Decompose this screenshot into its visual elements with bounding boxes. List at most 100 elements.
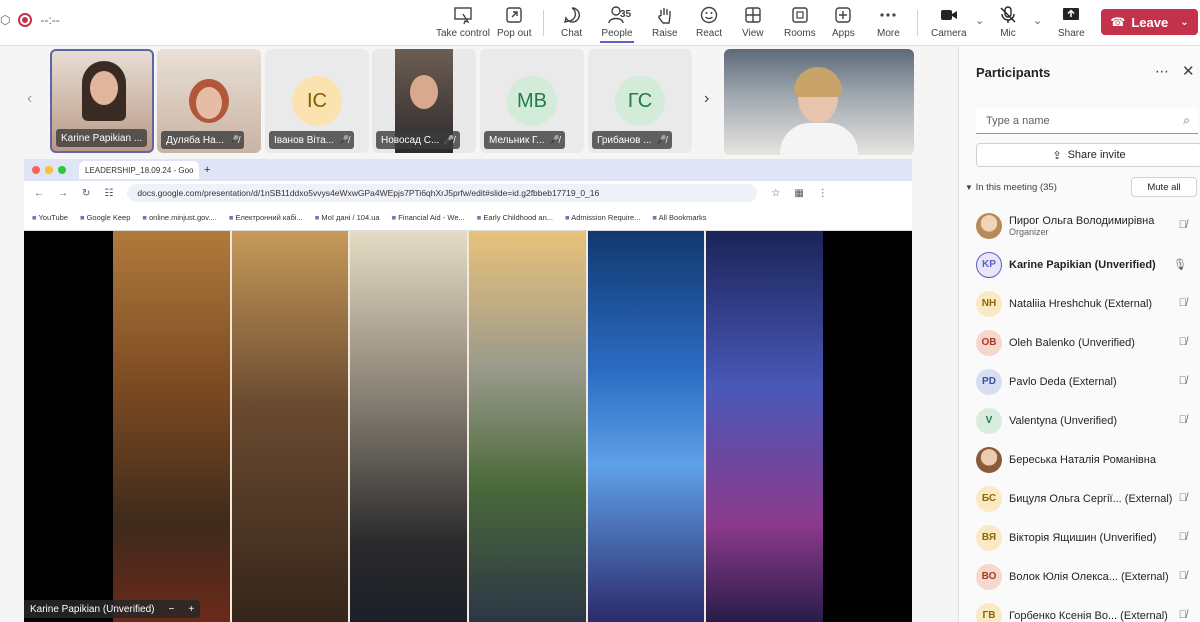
participant-row[interactable]: ВО Волок Юлія Олекса... (External) 🎙̸ <box>976 557 1200 596</box>
apps-button[interactable]: Apps <box>832 5 855 43</box>
raise-hand-button[interactable]: Raise <box>652 5 678 43</box>
take-control-button[interactable]: Take control <box>436 5 490 43</box>
take-control-icon <box>454 7 472 25</box>
share-invite-button[interactable]: ⇪ Share invite <box>976 143 1200 167</box>
mic-off-icon: 🎙̸ <box>1178 219 1187 231</box>
mic-on-icon: 🎙 <box>1173 259 1187 271</box>
avatar: NH <box>976 290 1002 317</box>
search-icon: ⌕ <box>1183 113 1190 127</box>
participant-role: Organizer <box>1009 226 1049 237</box>
mic-off-icon: 🎤̸ <box>548 134 560 145</box>
slide-panel-industrial <box>113 231 232 622</box>
hand-icon <box>658 8 671 24</box>
camera-button[interactable]: Camera <box>931 5 967 43</box>
avatar-tile[interactable]: MB Мельник Г... 🎤̸ <box>480 49 584 153</box>
grid-icon <box>745 7 761 23</box>
participant-name: Береська Наталія Романівна <box>1009 453 1156 466</box>
pop-out-button[interactable]: Pop out <box>497 5 531 43</box>
shared-screen[interactable]: LEADERSHIP_18.09.24 - Goo + ← → ↻ ☷ docs… <box>24 159 912 622</box>
participant-row[interactable]: Береська Наталія Романівна <box>976 440 1200 479</box>
spotlight-video-tile[interactable]: 🎤̸ <box>724 49 914 155</box>
avatar: KP <box>976 251 1002 278</box>
participant-row[interactable]: Пирог Ольга Володимирівна Organizer 🎙̸ <box>976 206 1200 245</box>
share-icon: ⇪ <box>1052 149 1062 162</box>
avatar: V <box>976 407 1002 434</box>
zoom-in-icon[interactable]: + <box>188 604 194 615</box>
participant-name: Nataliia Hreshchuk (External) <box>1009 297 1153 310</box>
mic-off-icon: 🎤̸ <box>337 134 350 145</box>
participant-row[interactable]: OB Oleh Balenko (Unverified) 🎙̸ <box>976 323 1200 362</box>
rooms-button[interactable]: Rooms <box>784 5 816 43</box>
avatar: ГС <box>615 76 665 126</box>
participant-search-input[interactable]: Type a name ⌕ <box>976 108 1198 134</box>
leave-options-chevron-icon[interactable]: ⌄ <box>1180 17 1188 28</box>
recording-indicator: ⬡ --:-- <box>0 13 60 27</box>
tile-label: Мельник Г... 🎤̸ <box>484 131 565 149</box>
participant-name: Oleh Balenko (Unverified) <box>1009 336 1135 349</box>
participant-row[interactable]: KP Karine Papikian (Unverified) 🎙 <box>976 245 1200 284</box>
participant-name: Волок Юлія Олекса... (External) <box>1009 570 1169 583</box>
participant-video-face <box>196 87 222 119</box>
tile-label: Грибанов ... 🎤̸ <box>592 131 672 149</box>
mic-off-icon <box>1000 6 1016 23</box>
in-meeting-section-header[interactable]: ▼ In this meeting (35) <box>965 182 1057 193</box>
camera-options-chevron-icon[interactable]: ⌄ <box>975 14 984 27</box>
address-bar: docs.google.com/presentation/d/1nSB11ddx… <box>127 184 758 202</box>
add-apps-icon <box>835 7 852 23</box>
rooms-icon <box>792 7 808 23</box>
tile-label: Karine Papikian ... <box>56 129 148 147</box>
participant-video-face <box>90 71 118 105</box>
close-panel-icon[interactable]: ✕ <box>1182 62 1195 80</box>
mic-off-icon: 🎙̸ <box>1178 336 1187 348</box>
video-tile[interactable]: Дуляба На... 🎤̸ <box>157 49 261 153</box>
mic-off-icon: 🎙̸ <box>1178 297 1187 309</box>
slide-panel-factory <box>231 231 351 622</box>
bookmarks-bar: YouTube Google Keep online.minjust.gov..… <box>24 205 912 231</box>
meeting-stage: ‹ Karine Papikian ... Дуляба На... 🎤̸ IC … <box>0 46 958 622</box>
new-tab-icon: + <box>204 164 211 176</box>
record-icon <box>18 13 33 27</box>
participant-row[interactable]: ВЯ Вікторія Ящишин (Unverified) 🎙̸ <box>976 518 1200 557</box>
avatar: БС <box>976 485 1002 512</box>
view-button[interactable]: View <box>742 5 764 43</box>
participant-row[interactable]: PD Pavlo Deda (External) 🎙̸ <box>976 362 1200 401</box>
mute-all-button[interactable]: Mute all <box>1131 177 1197 197</box>
avatar <box>976 212 1002 239</box>
participant-name: Бицуля Ольга Сергії... (External) <box>1009 492 1173 505</box>
chat-button[interactable]: Chat <box>561 5 582 43</box>
mic-off-icon: 🎙̸ <box>1178 531 1187 543</box>
reload-icon: ↻ <box>82 187 91 199</box>
video-tile[interactable]: Новосад С... 🎤̸ <box>372 49 476 153</box>
share-button[interactable]: Share <box>1058 5 1085 43</box>
participant-row[interactable]: NH Nataliia Hreshchuk (External) 🎙̸ <box>976 284 1200 323</box>
avatar <box>976 446 1002 473</box>
avatar: ВО <box>976 563 1002 590</box>
panel-more-options-icon[interactable]: ⋯ <box>1155 63 1169 80</box>
video-tile[interactable]: Karine Papikian ... <box>50 49 154 153</box>
react-button[interactable]: React <box>696 5 722 43</box>
gallery-prev-chevron-icon[interactable]: ‹ <box>27 90 32 108</box>
extensions-icon: ▦ <box>794 187 804 199</box>
mic-off-icon: 🎙̸ <box>1178 570 1187 582</box>
ellipsis-icon <box>880 13 896 17</box>
smiley-icon <box>700 6 718 24</box>
participant-row[interactable]: БС Бицуля Ольга Сергії... (External) 🎙̸ <box>976 479 1200 518</box>
zoom-out-icon[interactable]: − <box>169 604 175 615</box>
avatar-tile[interactable]: ГС Грибанов ... 🎤̸ <box>588 49 692 153</box>
more-button[interactable]: More <box>877 5 900 43</box>
mic-button[interactable]: Mic <box>998 5 1018 43</box>
avatar-tile[interactable]: IC Іванов Віта... 🎤̸ <box>265 49 369 153</box>
participant-name: Karine Papikian (Unverified) <box>1009 258 1156 271</box>
bookmark: Early Childhood an... <box>477 213 553 222</box>
all-bookmarks: All Bookmarks <box>652 213 707 222</box>
participant-row[interactable]: V Valentyna (Unverified) 🎙̸ <box>976 401 1200 440</box>
chat-icon <box>563 7 580 23</box>
mic-options-chevron-icon[interactable]: ⌄ <box>1033 14 1042 27</box>
leave-button[interactable]: ☎ Leave ⌄ <box>1101 9 1198 35</box>
participant-name: Pavlo Deda (External) <box>1009 375 1117 388</box>
participant-row[interactable]: ГВ Горбенко Ксенія Во... (External) 🎙̸ <box>976 596 1200 622</box>
avatar: ВЯ <box>976 524 1002 551</box>
people-count-badge: 35 <box>620 9 632 20</box>
gallery-next-chevron-icon[interactable]: › <box>704 90 709 108</box>
maximize-window-icon <box>58 166 66 174</box>
